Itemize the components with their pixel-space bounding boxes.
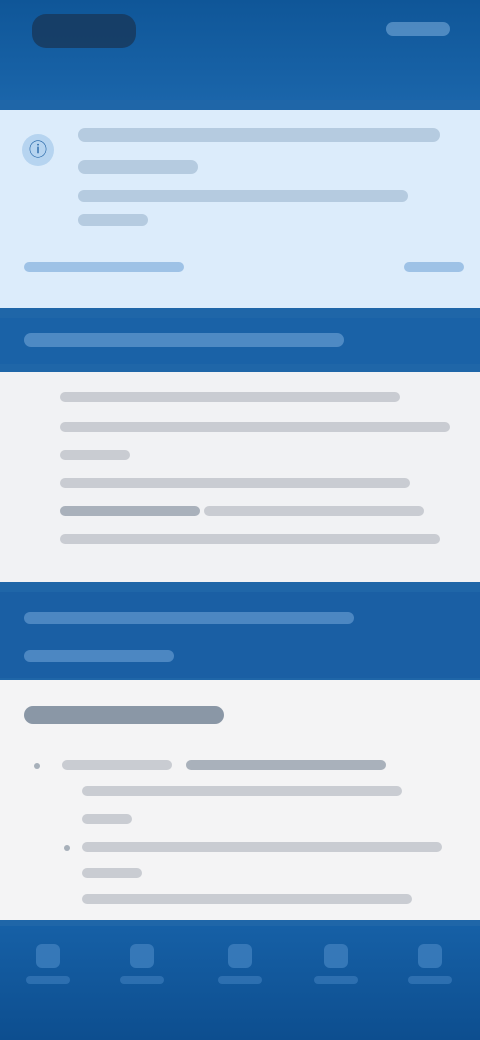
bell-icon — [324, 944, 348, 968]
article-bullet-2 — [82, 842, 442, 852]
content-line-2 — [60, 422, 450, 432]
bullet-icon — [34, 763, 40, 769]
content-card — [0, 372, 480, 582]
content-line-4 — [60, 478, 410, 488]
status-pill — [32, 14, 136, 48]
article-bullet-1-b — [186, 760, 386, 770]
banner[interactable] — [0, 592, 480, 678]
bullet-icon — [64, 845, 70, 851]
banner-line-1 — [24, 612, 354, 624]
nav-item-label — [120, 976, 164, 984]
content-line-5 — [60, 506, 200, 516]
notice-line-2 — [78, 160, 198, 174]
nav-item-menu[interactable] — [398, 944, 462, 1014]
search-icon — [228, 944, 252, 968]
article-bullet-2-b — [82, 868, 142, 878]
notice-line-4 — [78, 214, 148, 226]
notice-link-right[interactable] — [404, 262, 464, 272]
nav-item-label — [408, 976, 452, 984]
menu-icon — [418, 944, 442, 968]
banner-line-2 — [24, 650, 174, 662]
notice-link-left[interactable] — [24, 262, 184, 272]
list-icon — [130, 944, 154, 968]
status-indicators — [386, 22, 450, 36]
nav-item-label — [314, 976, 358, 984]
home-icon — [36, 944, 60, 968]
nav-item-list[interactable] — [110, 944, 174, 1014]
nav-item-label — [26, 976, 70, 984]
info-icon: ⓘ — [22, 134, 54, 166]
notice-line-1 — [78, 128, 440, 142]
content-line-3 — [60, 450, 130, 460]
article-title — [24, 706, 224, 724]
article-bullet-1-c — [82, 786, 402, 796]
content-line-6 — [204, 506, 424, 516]
status-bar — [0, 0, 480, 100]
nav-item-search[interactable] — [208, 944, 272, 1014]
article-bullet-1-d — [82, 814, 132, 824]
section-band-label — [24, 333, 344, 347]
article-bullet-3 — [82, 894, 412, 904]
nav-item-home[interactable] — [16, 944, 80, 1014]
notice-line-3 — [78, 190, 408, 202]
article-bullet-1-a — [62, 760, 172, 770]
content-line-1 — [60, 392, 400, 402]
nav-item-label — [218, 976, 262, 984]
content-line-7 — [60, 534, 440, 544]
nav-item-notifications[interactable] — [304, 944, 368, 1014]
